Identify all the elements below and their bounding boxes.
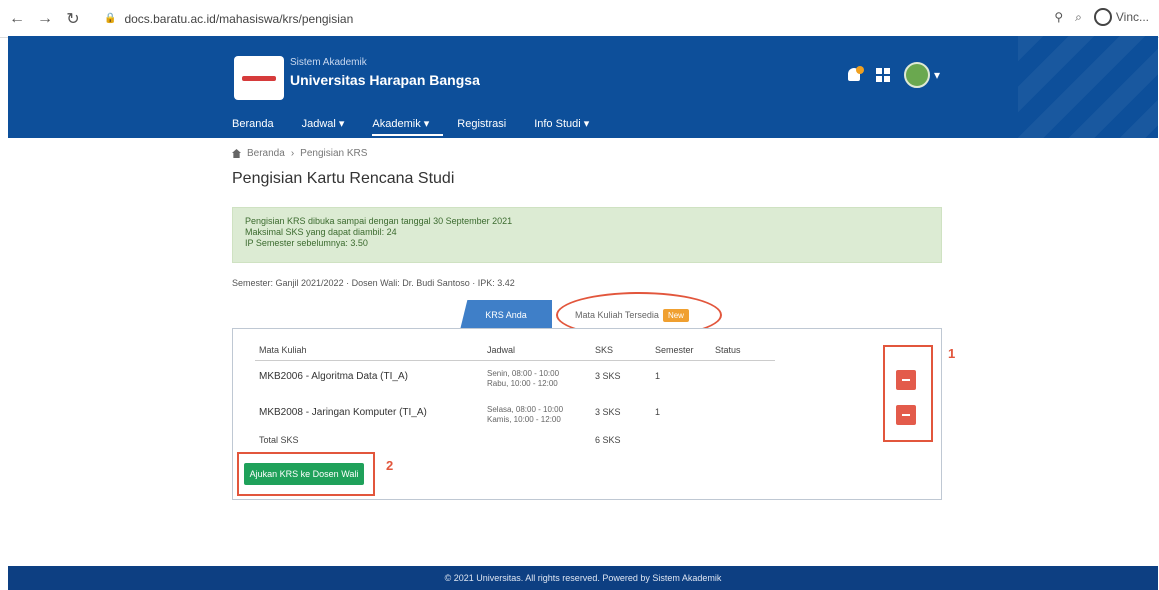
sks-cell: 3 SKS <box>595 407 621 417</box>
app-header: Sistem Akademik Universitas Harapan Bang… <box>8 36 1158 138</box>
total-value: 6 SKS <box>595 435 621 445</box>
address-text: docs.baratu.ac.id/mahasiswa/krs/pengisia… <box>124 11 354 26</box>
alert-line: Pengisian KRS dibuka sampai dengan tangg… <box>245 216 513 226</box>
tab-krs-anda[interactable]: KRS Anda <box>460 300 552 330</box>
avatar[interactable] <box>904 62 930 88</box>
footer: © 2021 Universitas. All rights reserved.… <box>8 566 1158 590</box>
course-name: MKB2008 - Jaringan Komputer (TI_A) <box>259 407 427 418</box>
lock-icon: 🔒 <box>104 13 117 24</box>
alert-line: IP Semester sebelumnya: 3.50 <box>245 238 368 248</box>
nav-item-beranda[interactable]: Beranda <box>232 116 288 136</box>
annotation-marker: 2 <box>386 458 394 473</box>
browser-toolbar: ← → ↻ 🔒 docs.baratu.ac.id/mahasiswa/krs/… <box>0 0 1159 38</box>
info-alert: Pengisian KRS dibuka sampai dengan tangg… <box>232 207 942 263</box>
annotation-box <box>237 452 375 496</box>
arrow-right-icon[interactable]: → <box>34 8 56 30</box>
schedule-time: Kamis, 10:00 - 12:00 <box>487 415 561 424</box>
column-header-semester: Semester <box>655 345 694 355</box>
user-icon <box>1093 8 1112 26</box>
alert-line: Maksimal SKS yang dapat diambil: 24 <box>245 227 397 237</box>
schedule-cell: Senin, 08:00 - 10:00 Rabu, 10:00 - 12:00 <box>487 369 559 389</box>
chevron-down-icon[interactable]: ▾ <box>934 68 940 82</box>
profile-button[interactable]: Vinc... <box>1093 8 1149 26</box>
annotation-box <box>883 345 933 442</box>
column-header-status: Status <box>715 345 741 355</box>
schedule-time: Selasa, 08:00 - 10:00 <box>487 405 564 414</box>
sks-cell: 3 SKS <box>595 371 621 381</box>
column-header-sks: SKS <box>595 345 614 355</box>
total-label: Total SKS <box>259 435 299 445</box>
brand-title: Universitas Harapan Bangsa <box>290 72 480 88</box>
address-bar[interactable]: 🔒 docs.baratu.ac.id/mahasiswa/krs/pengis… <box>96 6 976 32</box>
semester-cell: 1 <box>655 371 661 381</box>
annotation-marker: 1 <box>948 346 956 361</box>
page-title: Pengisian Kartu Rencana Studi <box>232 170 455 187</box>
zoom-icon[interactable]: ⚲ <box>1054 10 1063 24</box>
main-nav: Beranda Jadwal ▾ Akademik ▾ Registrasi I… <box>232 116 617 136</box>
semester-info: Semester: Ganjil 2021/2022 · Dosen Wali:… <box>232 278 515 288</box>
table-header: Mata Kuliah Jadwal SKS Semester Status <box>255 345 775 361</box>
nav-item-registrasi[interactable]: Registrasi <box>457 116 520 136</box>
breadcrumb-home[interactable]: Beranda <box>247 148 285 159</box>
header-icons: ▾ <box>846 62 940 88</box>
schedule-cell: Selasa, 08:00 - 10:00 Kamis, 10:00 - 12:… <box>487 405 563 425</box>
breadcrumb-current: Pengisian KRS <box>300 148 368 159</box>
footer-text: © 2021 Universitas. All rights reserved.… <box>444 573 722 583</box>
reload-icon[interactable]: ↻ <box>62 8 84 30</box>
nav-item-jadwal[interactable]: Jadwal ▾ <box>302 116 359 136</box>
browser-actions: ⚲ ⌕ Vinc... <box>1054 8 1149 26</box>
nav-item-akademik[interactable]: Akademik ▾ <box>372 116 444 136</box>
brand-subtitle: Sistem Akademik <box>290 57 367 68</box>
schedule-time: Senin, 08:00 - 10:00 <box>487 369 560 378</box>
course-name: MKB2006 - Algoritma Data (TI_A) <box>259 371 408 382</box>
breadcrumb: Beranda › Pengisian KRS <box>232 148 367 159</box>
arrow-left-icon[interactable]: ← <box>6 8 28 30</box>
breadcrumb-separator: › <box>290 148 295 159</box>
schedule-time: Rabu, 10:00 - 12:00 <box>487 379 558 388</box>
semester-cell: 1 <box>655 407 661 417</box>
university-logo[interactable] <box>234 56 284 100</box>
profile-label: Vinc... <box>1115 10 1149 24</box>
nav-item-info-studi[interactable]: Info Studi ▾ <box>534 116 603 136</box>
apps-grid-icon[interactable] <box>876 68 890 82</box>
column-header-schedule: Jadwal <box>487 345 516 355</box>
notification-bell-icon[interactable] <box>846 66 864 84</box>
search-icon[interactable]: ⌕ <box>1075 10 1082 25</box>
home-icon[interactable] <box>232 149 241 158</box>
column-header-course: Mata Kuliah <box>259 345 307 355</box>
